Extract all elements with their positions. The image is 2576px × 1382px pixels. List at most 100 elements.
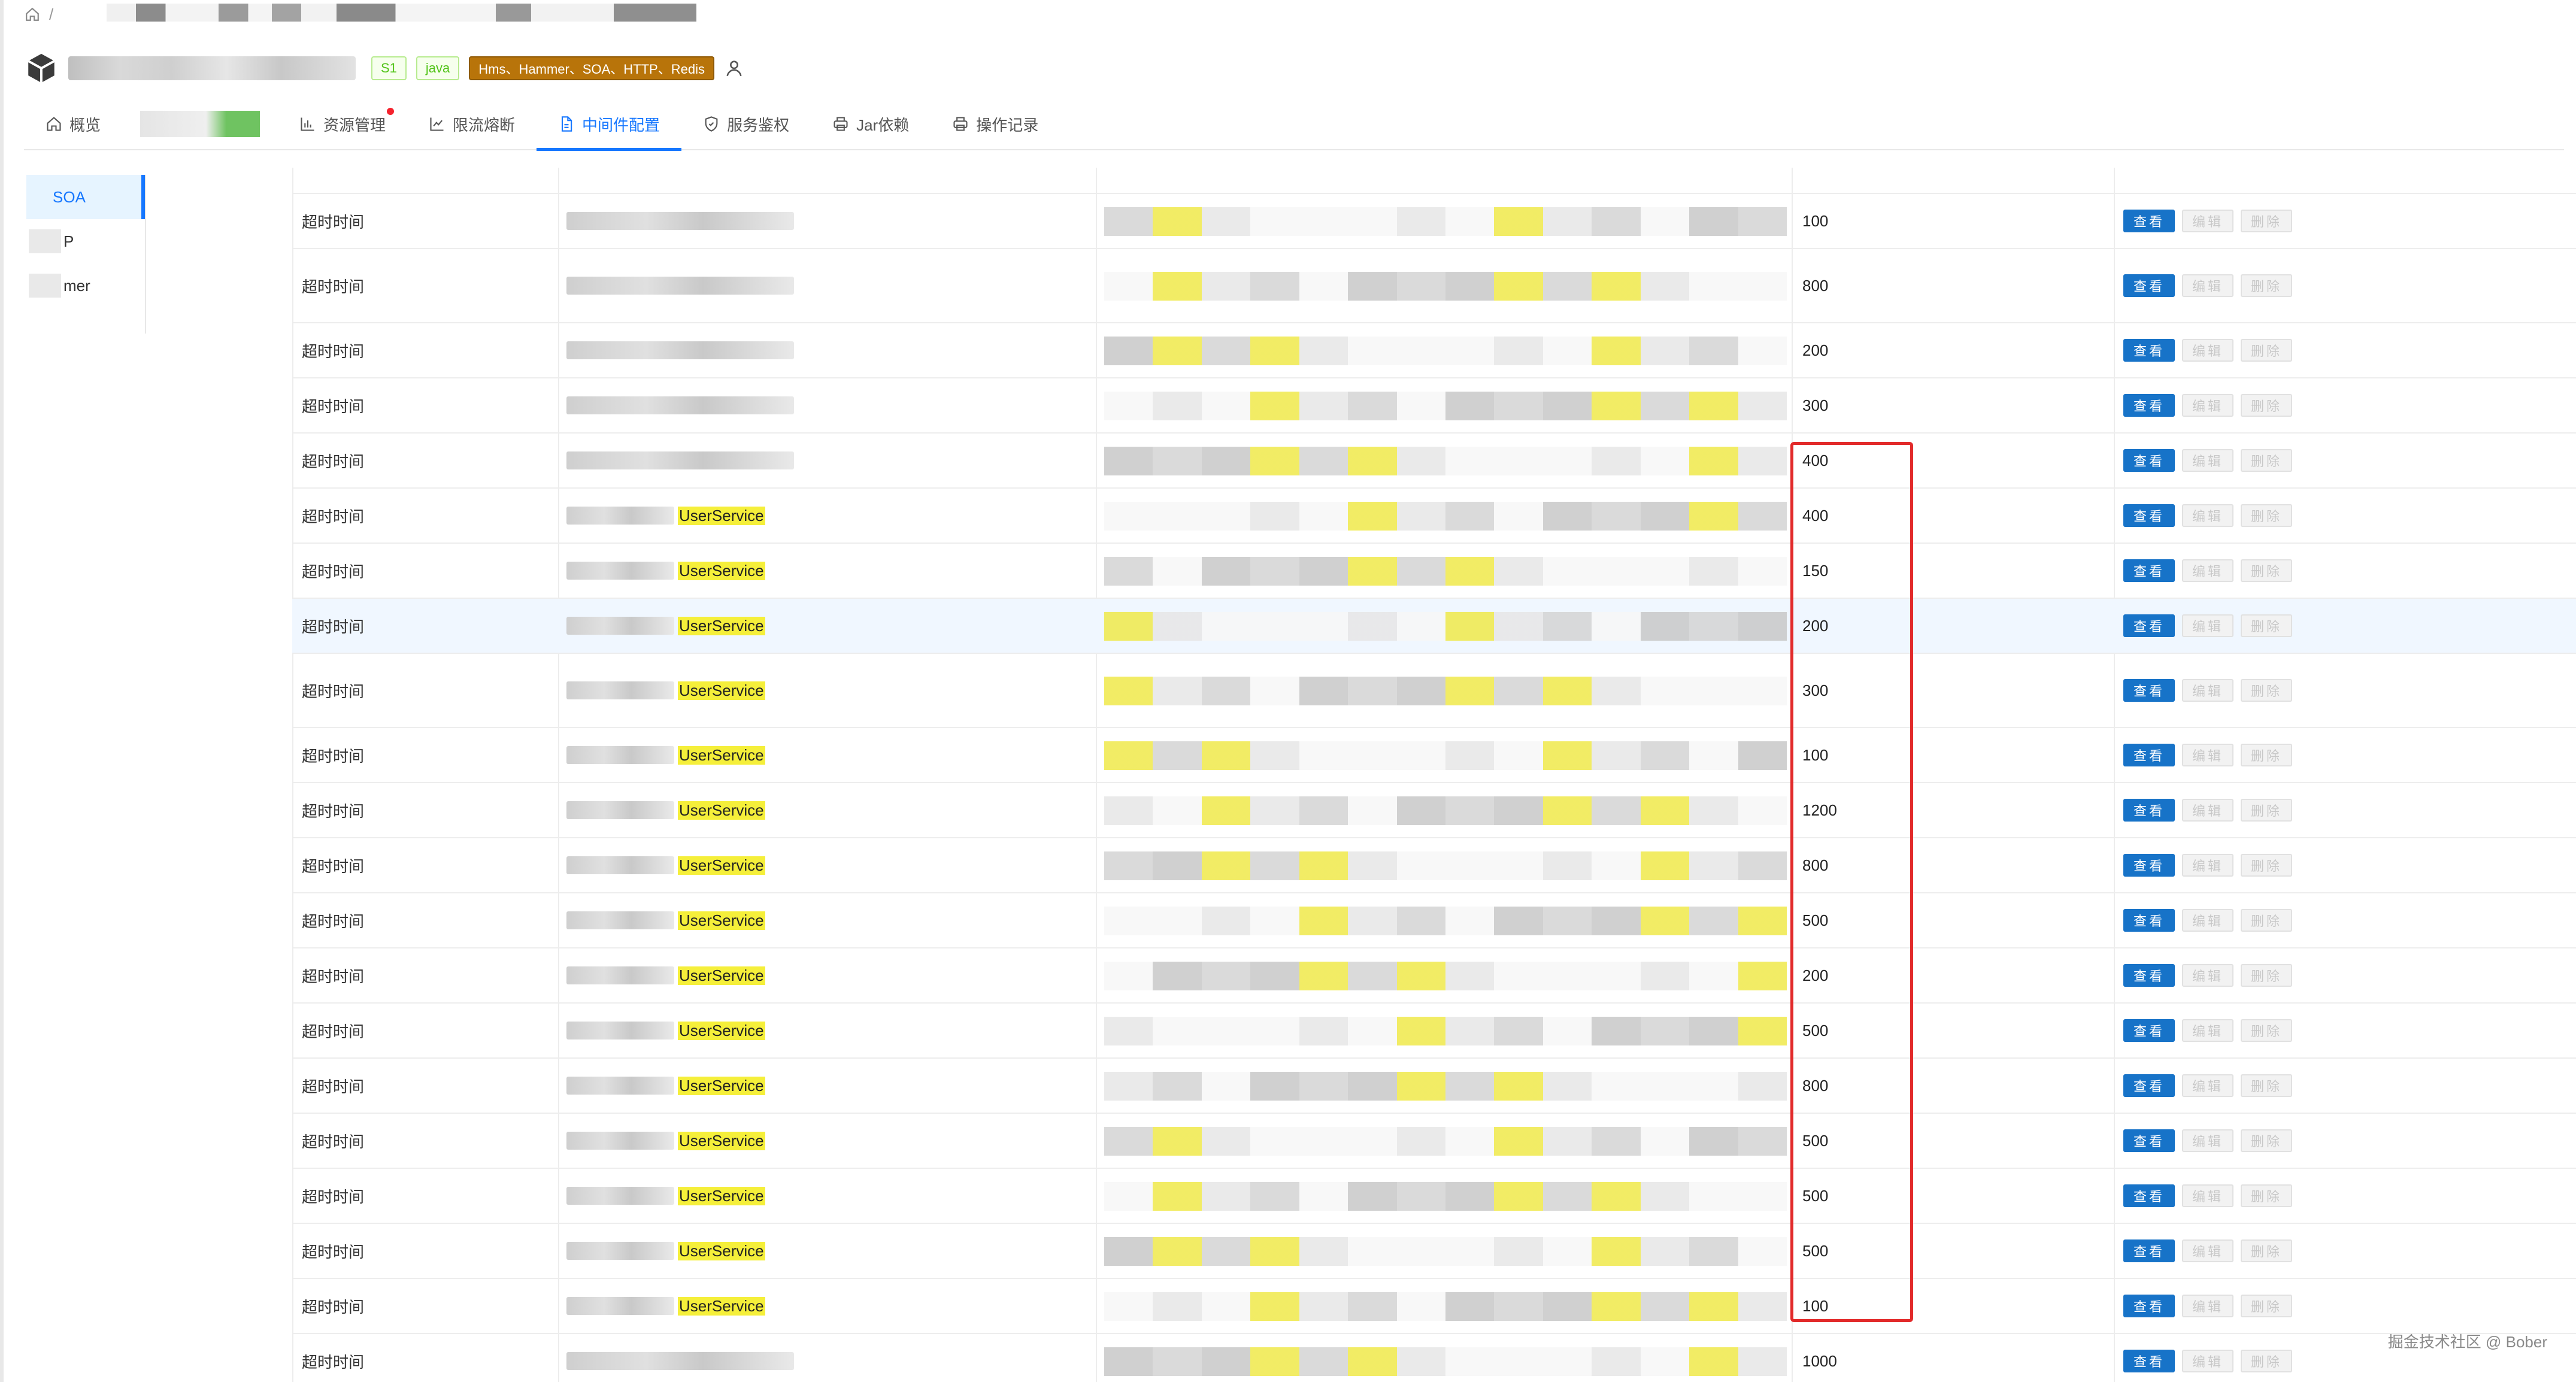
- view-button[interactable]: 查看: [2123, 339, 2175, 362]
- view-button[interactable]: 查看: [2123, 1074, 2175, 1097]
- edit-button[interactable]: 编辑: [2182, 1129, 2233, 1152]
- delete-button[interactable]: 删除: [2241, 1350, 2292, 1372]
- view-button[interactable]: 查看: [2123, 1295, 2175, 1317]
- table-row: 超时时间 UserService 100 查看 编辑 删除: [292, 728, 2576, 783]
- view-button[interactable]: 查看: [2123, 1019, 2175, 1042]
- service-name: UserService: [678, 1241, 765, 1260]
- row-actions: 查看 编辑 删除: [2123, 964, 2292, 987]
- view-button[interactable]: 查看: [2123, 909, 2175, 932]
- view-button[interactable]: 查看: [2123, 1239, 2175, 1262]
- edit-button[interactable]: 编辑: [2182, 1019, 2233, 1042]
- view-button[interactable]: 查看: [2123, 799, 2175, 822]
- config-type: 超时时间: [302, 912, 365, 931]
- edit-button[interactable]: 编辑: [2182, 394, 2233, 417]
- table-row-partial: [292, 168, 2576, 194]
- edit-button[interactable]: 编辑: [2182, 210, 2233, 232]
- view-button[interactable]: 查看: [2123, 964, 2175, 987]
- delete-button[interactable]: 删除: [2241, 1295, 2292, 1317]
- delete-button[interactable]: 删除: [2241, 799, 2292, 822]
- delete-button[interactable]: 删除: [2241, 274, 2292, 297]
- edit-button[interactable]: 编辑: [2182, 854, 2233, 877]
- delete-button[interactable]: 删除: [2241, 614, 2292, 637]
- watermark: 掘金技术社区 @ Bober: [2387, 1333, 2547, 1351]
- delete-button[interactable]: 删除: [2241, 679, 2292, 702]
- view-button[interactable]: 查看: [2123, 449, 2175, 472]
- window-left-edge: [0, 0, 4, 1382]
- edit-button[interactable]: 编辑: [2182, 964, 2233, 987]
- edit-button[interactable]: 编辑: [2182, 449, 2233, 472]
- service-name-blurred: [566, 1132, 674, 1150]
- timeout-value: 800: [1802, 276, 1829, 295]
- tab-label: 限流熔断: [453, 116, 516, 134]
- view-button[interactable]: 查看: [2123, 744, 2175, 766]
- delete-button[interactable]: 删除: [2241, 744, 2292, 766]
- view-button[interactable]: 查看: [2123, 504, 2175, 527]
- tab-ratelimit[interactable]: 限流熔断: [407, 98, 537, 150]
- view-button[interactable]: 查看: [2123, 394, 2175, 417]
- edit-button[interactable]: 编辑: [2182, 679, 2233, 702]
- view-button[interactable]: 查看: [2123, 1129, 2175, 1152]
- view-button[interactable]: 查看: [2123, 854, 2175, 877]
- service-cell: UserService: [566, 678, 765, 702]
- config-type: 超时时间: [302, 617, 365, 636]
- row-actions: 查看 编辑 删除: [2123, 1019, 2292, 1042]
- tab-label: 操作记录: [976, 116, 1039, 134]
- view-button[interactable]: 查看: [2123, 1350, 2175, 1372]
- side-menu-item-mer[interactable]: mer: [26, 263, 145, 308]
- tab-jar[interactable]: Jar依赖: [811, 98, 931, 150]
- edit-button[interactable]: 编辑: [2182, 1239, 2233, 1262]
- edit-button[interactable]: 编辑: [2182, 799, 2233, 822]
- edit-button[interactable]: 编辑: [2182, 504, 2233, 527]
- edit-button[interactable]: 编辑: [2182, 744, 2233, 766]
- tab-auth[interactable]: 服务鉴权: [681, 98, 811, 150]
- delete-button[interactable]: 删除: [2241, 1129, 2292, 1152]
- service-name: UserService: [678, 561, 765, 580]
- row-actions: 查看 编辑 删除: [2123, 1184, 2292, 1207]
- side-menu-item-soa[interactable]: SOA: [26, 175, 145, 219]
- edit-button[interactable]: 编辑: [2182, 1184, 2233, 1207]
- delete-button[interactable]: 删除: [2241, 909, 2292, 932]
- delete-button[interactable]: 删除: [2241, 1184, 2292, 1207]
- delete-button[interactable]: 删除: [2241, 1239, 2292, 1262]
- edit-button[interactable]: 编辑: [2182, 559, 2233, 582]
- tab-resources[interactable]: 资源管理: [278, 98, 407, 150]
- delete-button[interactable]: 删除: [2241, 339, 2292, 362]
- delete-button[interactable]: 删除: [2241, 394, 2292, 417]
- delete-button[interactable]: 删除: [2241, 1019, 2292, 1042]
- edit-button[interactable]: 编辑: [2182, 1350, 2233, 1372]
- edit-button[interactable]: 编辑: [2182, 339, 2233, 362]
- tab-label: 资源管理: [323, 116, 386, 134]
- view-button[interactable]: 查看: [2123, 559, 2175, 582]
- side-menu-item-p[interactable]: P: [26, 219, 145, 263]
- user-icon[interactable]: [724, 58, 744, 78]
- home-icon[interactable]: [24, 7, 41, 22]
- delete-button[interactable]: 删除: [2241, 854, 2292, 877]
- config-type: 超时时间: [302, 562, 365, 581]
- service-name: UserService: [678, 1186, 765, 1205]
- service-cell: UserService: [566, 1074, 765, 1098]
- view-button[interactable]: 查看: [2123, 210, 2175, 232]
- edit-button[interactable]: 编辑: [2182, 1295, 2233, 1317]
- tab-blurred[interactable]: [140, 111, 260, 137]
- delete-button[interactable]: 删除: [2241, 210, 2292, 232]
- view-button[interactable]: 查看: [2123, 614, 2175, 637]
- app-name-blurred: [68, 56, 356, 80]
- tab-overview[interactable]: 概览: [24, 98, 122, 150]
- edit-button[interactable]: 编辑: [2182, 614, 2233, 637]
- view-button[interactable]: 查看: [2123, 274, 2175, 297]
- delete-button[interactable]: 删除: [2241, 964, 2292, 987]
- tab-oplog[interactable]: 操作记录: [931, 98, 1060, 150]
- view-button[interactable]: 查看: [2123, 1184, 2175, 1207]
- edit-button[interactable]: 编辑: [2182, 274, 2233, 297]
- tab-middleware[interactable]: 中间件配置: [537, 98, 682, 151]
- blurred-label: [29, 229, 61, 253]
- delete-button[interactable]: 删除: [2241, 559, 2292, 582]
- edit-button[interactable]: 编辑: [2182, 909, 2233, 932]
- delete-button[interactable]: 删除: [2241, 449, 2292, 472]
- service-name: UserService: [678, 616, 765, 635]
- timeout-value: 400: [1802, 506, 1829, 525]
- edit-button[interactable]: 编辑: [2182, 1074, 2233, 1097]
- view-button[interactable]: 查看: [2123, 679, 2175, 702]
- delete-button[interactable]: 删除: [2241, 504, 2292, 527]
- delete-button[interactable]: 删除: [2241, 1074, 2292, 1097]
